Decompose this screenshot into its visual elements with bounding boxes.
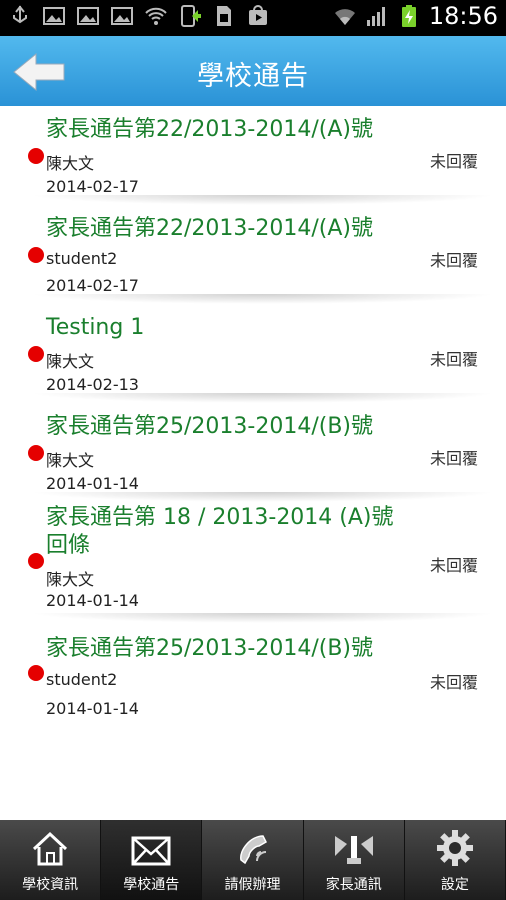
notice-status: 未回覆 xyxy=(429,350,478,369)
unread-dot-icon xyxy=(28,665,44,681)
notice-item[interactable]: 家長通告第22/2013-2014/(A)號 陳大文 2014-02-17 未回… xyxy=(0,106,506,205)
notice-date: 2014-01-14 xyxy=(46,591,139,610)
notice-list: 家長通告第22/2013-2014/(A)號 陳大文 2014-02-17 未回… xyxy=(0,106,506,722)
notice-subject: 家長通告第 18 / 2013-2014 (A)號回條 xyxy=(46,505,394,558)
sim-icon xyxy=(217,6,231,26)
notice-date: 2014-02-13 xyxy=(46,375,139,394)
notice-status: 未回覆 xyxy=(429,449,478,468)
contacts-icon xyxy=(334,836,373,864)
notice-item[interactable]: 家長通告第22/2013-2014/(A)號 student2 2014-02-… xyxy=(0,205,506,304)
notice-status: 未回覆 xyxy=(429,673,478,692)
unread-dot-icon xyxy=(28,148,44,164)
notice-item[interactable]: 家長通告第25/2013-2014/(B)號 student2 2014-01-… xyxy=(0,623,506,722)
tab-school-info[interactable]: 學校資訊 xyxy=(0,820,102,900)
notice-date: 2014-01-14 xyxy=(46,474,139,493)
tab-leave-application[interactable]: 請假辦理 xyxy=(202,820,304,900)
unread-dot-icon xyxy=(28,247,44,263)
status-bar: 18:56 xyxy=(0,0,506,36)
tab-label: 家長通訊 xyxy=(325,877,382,893)
play-store-icon xyxy=(249,5,267,25)
divider xyxy=(30,294,496,304)
notice-item[interactable]: Testing 1 陳大文 2014-02-13 未回覆 xyxy=(0,304,506,403)
usb-icon xyxy=(13,5,27,24)
notice-date: 2014-01-14 xyxy=(46,699,139,718)
notice-status: 未回覆 xyxy=(429,556,478,575)
cell-signal-icon xyxy=(366,7,385,26)
notice-sender: student2 xyxy=(46,249,118,268)
notice-subject: 家長通告第25/2013-2014/(B)號 xyxy=(46,636,373,661)
tab-label: 學校資訊 xyxy=(22,877,79,893)
unread-dot-icon xyxy=(28,553,44,569)
image-icon xyxy=(43,7,65,25)
notice-sender: 陳大文 xyxy=(46,352,95,371)
image-icon xyxy=(111,7,133,25)
phone-sync-icon xyxy=(181,5,201,27)
unread-dot-icon xyxy=(28,346,44,362)
page-title: 學校通告 xyxy=(197,61,309,92)
app-bar: 學校通告 xyxy=(0,36,506,106)
notice-item[interactable]: 家長通告第25/2013-2014/(B)號 陳大文 2014-01-14 未回… xyxy=(0,403,506,502)
notice-subject: 家長通告第25/2013-2014/(B)號 xyxy=(46,414,373,439)
wifi-icon xyxy=(145,7,167,25)
notice-sender: student2 xyxy=(46,670,118,689)
gear-icon xyxy=(436,830,473,866)
phone-handset-icon xyxy=(239,835,267,865)
battery-charging-icon xyxy=(401,5,416,27)
notice-sender: 陳大文 xyxy=(46,154,95,173)
divider xyxy=(30,195,496,205)
notice-sender: 陳大文 xyxy=(46,451,95,470)
bottom-tab-bar: 學校資訊 學校通告 請假辦理 家長通訊 設定 xyxy=(0,820,506,900)
divider xyxy=(30,492,496,502)
back-arrow-icon xyxy=(13,52,65,92)
notice-item[interactable]: 家長通告第 18 / 2013-2014 (A)號回條 陳大文 2014-01-… xyxy=(0,502,506,623)
image-icon xyxy=(77,7,99,25)
notice-sender: 陳大文 xyxy=(46,570,95,589)
notice-status: 未回覆 xyxy=(429,152,478,171)
notice-date: 2014-02-17 xyxy=(46,276,139,295)
wifi-signal-icon xyxy=(334,9,355,25)
notice-subject: 家長通告第22/2013-2014/(A)號 xyxy=(46,216,373,241)
tab-parent-communication[interactable]: 家長通訊 xyxy=(304,820,405,900)
notice-subject: 家長通告第22/2013-2014/(A)號 xyxy=(46,117,373,142)
back-button[interactable] xyxy=(10,50,70,94)
notice-subject: Testing 1 xyxy=(46,315,145,340)
tab-settings[interactable]: 設定 xyxy=(405,820,506,900)
divider xyxy=(30,393,496,403)
envelope-icon xyxy=(131,836,171,866)
notice-date: 2014-02-17 xyxy=(46,177,139,196)
tab-label: 學校通告 xyxy=(123,877,180,893)
unread-dot-icon xyxy=(28,445,44,461)
tab-label: 請假辦理 xyxy=(224,877,281,893)
divider xyxy=(30,613,496,623)
clock: 18:56 xyxy=(428,2,498,30)
notice-status: 未回覆 xyxy=(429,251,478,270)
tab-school-notices[interactable]: 學校通告 xyxy=(101,820,203,900)
tab-label: 設定 xyxy=(440,877,469,893)
home-icon xyxy=(33,831,68,866)
